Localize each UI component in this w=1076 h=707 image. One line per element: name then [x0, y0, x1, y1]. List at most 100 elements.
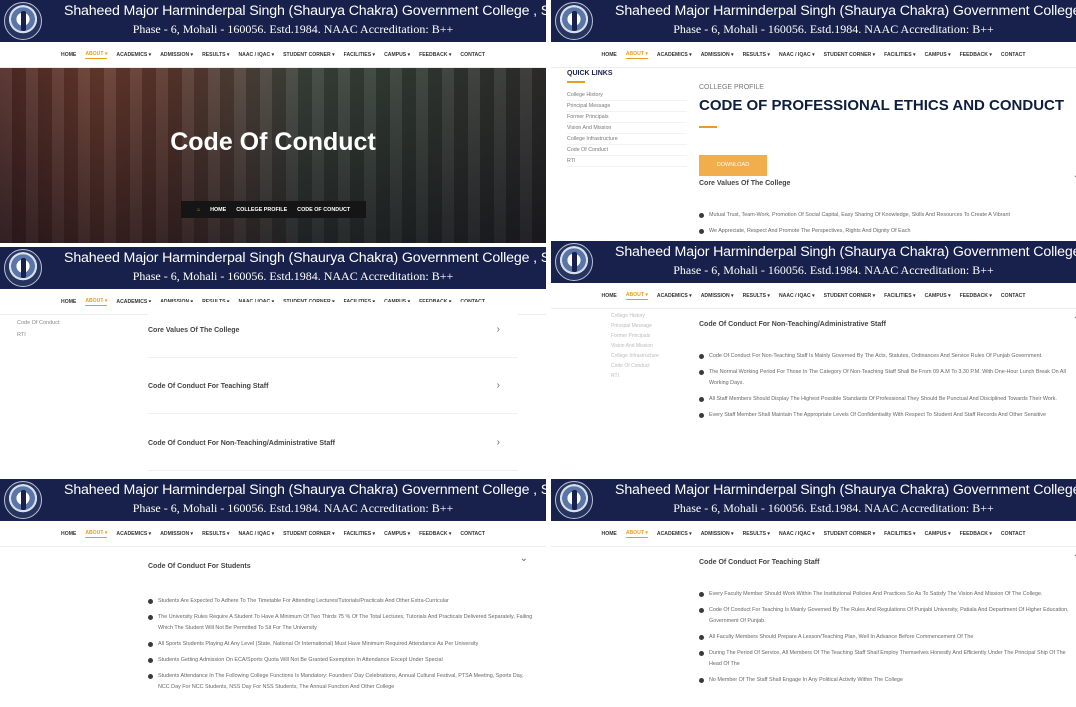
- college-name: Shaheed Major Harminderpal Singh (Shaury…: [64, 482, 546, 498]
- accordion-non-teaching[interactable]: Code Of Conduct For Non-Teaching/Adminis…: [148, 415, 518, 471]
- nav-item[interactable]: ACADEMICS ▾: [657, 531, 692, 537]
- nav-item[interactable]: HOME: [61, 52, 76, 58]
- nav-item[interactable]: FACILITIES ▾: [344, 52, 375, 58]
- nav-item[interactable]: FACILITIES ▾: [884, 52, 915, 58]
- nav-item[interactable]: STUDENT CORNER ▾: [824, 531, 876, 537]
- nav-item[interactable]: HOME: [602, 293, 617, 299]
- nav-item[interactable]: RESULTS ▾: [743, 52, 770, 58]
- nav-item[interactable]: ACADEMICS ▾: [657, 293, 692, 299]
- sidebar-item-rti[interactable]: RTI: [17, 329, 60, 341]
- chevron-right-icon: ›: [496, 380, 500, 391]
- list-item: All Staff Members Should Display The Hig…: [699, 394, 1076, 405]
- nav-item[interactable]: ABOUT ▾: [85, 51, 108, 59]
- nav-item[interactable]: ADMISSION ▾: [701, 52, 734, 58]
- main-nav: HOME ABOUT ▾ ACADEMICS ▾ ADMISSION ▾ RESULTS…: [551, 42, 1076, 68]
- nav-item[interactable]: FACILITIES ▾: [884, 293, 915, 299]
- chevron-down-icon: ⌄: [1073, 311, 1076, 322]
- sidebar-item-infrastructure[interactable]: College Infrastructure: [567, 134, 687, 145]
- college-name: Shaheed Major Harminderpal Singh (Shaury…: [615, 3, 1076, 19]
- nav-item[interactable]: RESULTS ▾: [743, 531, 770, 537]
- nav-item[interactable]: ADMISSION ▾: [701, 531, 734, 537]
- list-item: Code Of Conduct For Teaching Is Mainly G…: [699, 605, 1076, 627]
- nav-item[interactable]: NAAC / IQAC ▾: [238, 531, 274, 537]
- list-item: Students Getting Admission On ECA/Sports…: [148, 655, 533, 666]
- accordion-non-teaching[interactable]: Code Of Conduct For Non-Teaching/Adminis…: [699, 311, 1076, 331]
- nav-item[interactable]: STUDENT CORNER ▾: [824, 293, 876, 299]
- nav-item[interactable]: NAAC / IQAC ▾: [779, 293, 815, 299]
- list-item: We Appreciate, Respect And Promote The P…: [699, 226, 1069, 237]
- sidebar-item-rti[interactable]: RTI: [567, 156, 687, 167]
- main-nav: HOME ABOUT ▾ ACADEMICS ▾ ADMISSION ▾ RESULTS…: [551, 283, 1076, 309]
- nav-item[interactable]: FEEDBACK ▾: [419, 52, 451, 58]
- accordion-core-values[interactable]: Core Values Of The College ⌄: [699, 170, 1076, 190]
- accordion-teaching-staff[interactable]: Code Of Conduct For Teaching Staff ›: [148, 358, 518, 414]
- nav-item[interactable]: ADMISSION ▾: [160, 531, 193, 537]
- nav-item[interactable]: ACADEMICS ▾: [116, 531, 151, 537]
- nav-item[interactable]: FEEDBACK ▾: [419, 531, 451, 537]
- nav-item[interactable]: FEEDBACK ▾: [960, 293, 992, 299]
- nav-item[interactable]: ABOUT ▾: [625, 530, 648, 538]
- nav-item[interactable]: ACADEMICS ▾: [116, 299, 151, 305]
- nav-item[interactable]: CONTACT: [1001, 52, 1026, 58]
- nav-item[interactable]: ABOUT ▾: [85, 298, 108, 306]
- list-item: All Sports Students Playing At Any Level…: [148, 639, 533, 650]
- nav-item[interactable]: HOME: [602, 52, 617, 58]
- nav-item[interactable]: STUDENT CORNER ▾: [283, 52, 335, 58]
- profile-title: CODE OF PROFESSIONAL ETHICS AND CONDUCT: [699, 97, 1065, 114]
- nav-item[interactable]: NAAC / IQAC ▾: [238, 52, 274, 58]
- nav-item[interactable]: CAMPUS ▾: [925, 531, 951, 537]
- accordion-students[interactable]: Code Of Conduct For Students ⌄: [148, 553, 528, 573]
- nav-item[interactable]: CONTACT: [1001, 531, 1026, 537]
- faded-dropdown: College History Principal Message Former P…: [611, 313, 659, 379]
- chevron-down-icon: ⌄: [519, 553, 528, 564]
- sidebar-item-code-of-conduct[interactable]: Code Of Conduct: [17, 317, 60, 329]
- nav-item[interactable]: ABOUT ▾: [85, 530, 108, 538]
- accordion-students[interactable]: Code Of Conduct For Students ›: [148, 471, 518, 477]
- nav-item[interactable]: STUDENT CORNER ▾: [283, 531, 335, 537]
- sidebar-item-principal-message[interactable]: Principal Message: [567, 101, 687, 112]
- list-item: Code Of Conduct For Non-Teaching Staff I…: [699, 351, 1076, 362]
- nav-item[interactable]: RESULTS ▾: [202, 52, 229, 58]
- nav-item[interactable]: CAMPUS ▾: [384, 531, 410, 537]
- panel-students: Shaheed Major Harminderpal Singh (Shaury…: [0, 479, 546, 707]
- accordion-core-values[interactable]: Core Values Of The College ›: [148, 302, 518, 358]
- nav-item[interactable]: HOME: [61, 531, 76, 537]
- nav-item[interactable]: RESULTS ▾: [202, 531, 229, 537]
- nav-item[interactable]: ABOUT ▾: [625, 292, 648, 300]
- nav-item[interactable]: FACILITIES ▾: [884, 531, 915, 537]
- accordion-label: Code Of Conduct For Non-Teaching/Adminis…: [699, 321, 886, 328]
- nav-item[interactable]: CONTACT: [460, 52, 485, 58]
- breadcrumb-college-profile[interactable]: COLLEGE PROFILE: [236, 207, 287, 213]
- nav-item[interactable]: HOME: [61, 299, 76, 305]
- breadcrumb-home[interactable]: HOME: [210, 207, 226, 213]
- nav-item[interactable]: FEEDBACK ▾: [960, 531, 992, 537]
- nav-item[interactable]: RESULTS ▾: [743, 293, 770, 299]
- nav-item[interactable]: ADMISSION ▾: [701, 293, 734, 299]
- nav-item[interactable]: ABOUT ▾: [625, 51, 648, 59]
- nav-item[interactable]: CONTACT: [1001, 293, 1026, 299]
- nav-item[interactable]: ADMISSION ▾: [160, 52, 193, 58]
- breadcrumb-code-of-conduct: CODE OF CONDUCT: [297, 206, 351, 213]
- nav-item[interactable]: CAMPUS ▾: [925, 293, 951, 299]
- sidebar-item-vision-mission[interactable]: Vision And Mission: [567, 123, 687, 134]
- main-nav: HOME ABOUT ▾ ACADEMICS ▾ ADMISSION ▾ RESULTS…: [551, 521, 1076, 547]
- nav-item[interactable]: ACADEMICS ▾: [116, 52, 151, 58]
- accordion-teaching-staff[interactable]: Code Of Conduct For Teaching Staff ⌄: [699, 549, 1076, 569]
- core-values-list: Mutual Trust, Team-Work, Promotion Of So…: [699, 210, 1069, 242]
- sidebar-item-former-principals[interactable]: Former Principals: [567, 112, 687, 123]
- accordion-label: Code Of Conduct For Non-Teaching/Adminis…: [148, 440, 335, 447]
- nav-item[interactable]: NAAC / IQAC ▾: [779, 52, 815, 58]
- nav-item[interactable]: CONTACT: [460, 531, 485, 537]
- nav-item[interactable]: CAMPUS ▾: [384, 52, 410, 58]
- nav-item[interactable]: CAMPUS ▾: [925, 52, 951, 58]
- nav-item[interactable]: STUDENT CORNER ▾: [824, 52, 876, 58]
- nav-item[interactable]: NAAC / IQAC ▾: [779, 531, 815, 537]
- nav-item[interactable]: FEEDBACK ▾: [960, 52, 992, 58]
- nav-item[interactable]: FACILITIES ▾: [344, 531, 375, 537]
- site-header: Shaheed Major Harminderpal Singh (Shaury…: [0, 479, 546, 521]
- nav-item[interactable]: HOME: [602, 531, 617, 537]
- nav-item[interactable]: ACADEMICS ▾: [657, 52, 692, 58]
- sidebar-item-code-of-conduct[interactable]: Code Of Conduct: [567, 145, 687, 156]
- sidebar-item-college-history[interactable]: College History: [567, 90, 687, 101]
- accordion-label: Code Of Conduct For Students: [148, 563, 251, 570]
